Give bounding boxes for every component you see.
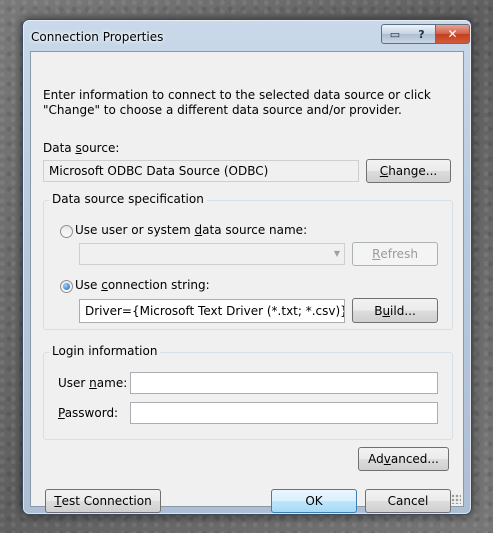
ok-button[interactable]: OK — [271, 489, 357, 513]
window-title: Connection Properties — [31, 30, 164, 44]
restore-icon: ▭ — [389, 27, 401, 41]
dsn-radio-label[interactable]: Use user or system data source name: — [75, 223, 307, 237]
password-label: Password: — [58, 406, 119, 420]
help-icon: ? — [418, 27, 425, 41]
dropdown-arrow-icon: ▼ — [333, 249, 340, 258]
intro-text: Enter information to connect to the sele… — [43, 88, 431, 117]
dialog-client-area: Enter information to connect to the sele… — [30, 51, 464, 513]
cancel-button[interactable]: Cancel — [365, 489, 451, 513]
close-button[interactable]: ✕ — [435, 24, 470, 44]
data-source-spec-label: Data source specification — [49, 192, 207, 206]
test-connection-button[interactable]: Test Connection — [45, 489, 161, 513]
advanced-button[interactable]: Ad v anced... — [358, 447, 449, 471]
dsn-radio[interactable] — [60, 225, 73, 238]
refresh-button[interactable]: Refresh — [352, 242, 438, 266]
password-input[interactable] — [130, 402, 438, 424]
connection-properties-window: Connection Properties ▭ ? ✕ Enter inform… — [22, 19, 472, 515]
data-source-value: Microsoft ODBC Data Source (ODBC) — [43, 160, 359, 182]
data-source-label: Data source: — [43, 141, 120, 155]
restore-button[interactable]: ▭ — [381, 24, 409, 44]
connection-string-radio-label[interactable]: Use connection string: — [75, 278, 210, 292]
login-info-label: Login information — [49, 344, 161, 358]
help-button[interactable]: ? — [408, 24, 436, 44]
resize-grip-icon[interactable] — [451, 494, 461, 504]
connection-string-input[interactable]: Driver={Microsoft Text Driver (*.txt; *.… — [79, 299, 345, 323]
dsn-combo[interactable]: ▼ — [79, 243, 345, 265]
build-button[interactable]: Bu ild... — [352, 298, 438, 323]
user-name-input[interactable] — [130, 372, 438, 394]
user-name-label: User name: — [58, 376, 128, 390]
close-icon: ✕ — [447, 27, 458, 41]
change-button[interactable]: Change... — [366, 159, 451, 183]
login-info-group — [43, 352, 453, 440]
connection-string-radio[interactable] — [60, 280, 73, 293]
